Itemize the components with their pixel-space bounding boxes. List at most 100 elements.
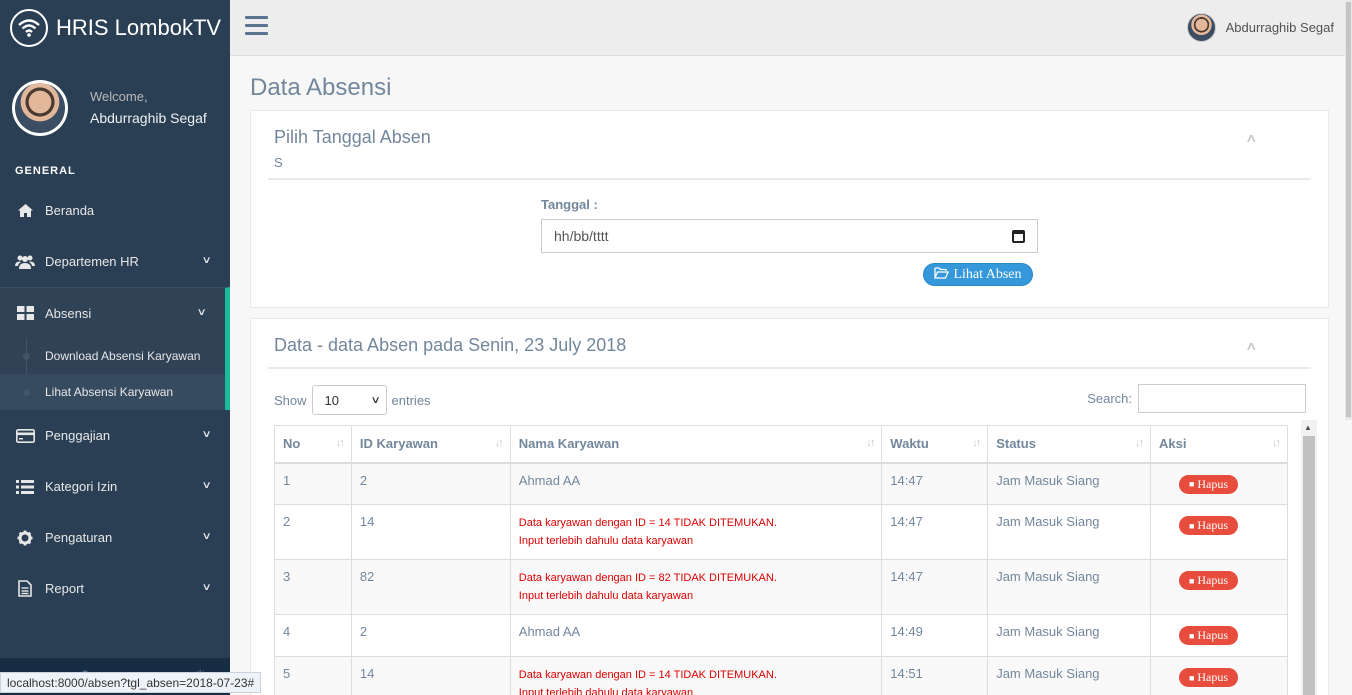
trash-icon: ■ xyxy=(1188,630,1195,641)
lihat-absen-button[interactable]: Lihat Absen xyxy=(923,263,1033,286)
sidebar-item-pengaturan[interactable]: Pengaturan ∨ xyxy=(0,512,230,563)
lihat-absen-label: Lihat Absen xyxy=(953,266,1022,282)
trash-icon: ■ xyxy=(1188,520,1195,531)
menu-section-general: GENERAL xyxy=(15,165,76,177)
error-message: Data karyawan dengan ID = 14 TIDAK DITEM… xyxy=(518,669,777,681)
date-panel-title: Pilih Tanggal Absen xyxy=(274,127,431,147)
bullet-icon xyxy=(23,389,30,396)
show-label: Show xyxy=(274,392,307,408)
sidebar-item-report[interactable]: Report ∨ xyxy=(0,563,230,614)
table-scrollbar[interactable]: ▲ xyxy=(1301,420,1317,695)
data-panel-title: Data - data Absen pada Senin, 23 July 20… xyxy=(274,335,627,355)
col-header-nama[interactable]: Nama Karyawan ↓↑ xyxy=(509,425,883,464)
cell-nama: Ahmad AA xyxy=(509,462,883,505)
sidebar-item-kategori-izin[interactable]: Kategori Izin ∨ xyxy=(0,461,230,512)
trash-icon: ■ xyxy=(1188,575,1195,586)
date-input[interactable]: hh/bb/tttt xyxy=(541,219,1038,253)
cell-no: 2 xyxy=(274,504,352,560)
hapus-button[interactable]: ■ Hapus xyxy=(1179,571,1239,590)
document-icon xyxy=(15,580,35,597)
hapus-button[interactable]: ■ Hapus xyxy=(1179,474,1239,494)
sort-icon: ↓↑ xyxy=(494,437,504,449)
page-scrollbar[interactable] xyxy=(1345,0,1352,420)
sidebar-item-label: Absensi xyxy=(45,305,92,321)
table-row: 2 14 Data karyawan dengan ID = 14 TIDAK … xyxy=(274,504,1288,560)
error-hint: Input terlebih dahulu data karyawan xyxy=(518,687,694,695)
grid-icon xyxy=(15,305,35,321)
col-header-id[interactable]: ID Karyawan ↓↑ xyxy=(350,425,511,464)
cell-nama: Data karyawan dengan ID = 82 TIDAK DITEM… xyxy=(509,559,883,615)
top-nav: Abdurraghib Segaf xyxy=(230,0,1352,56)
cell-status: Jam Masuk Siang xyxy=(987,504,1152,560)
submenu-lihat-absensi[interactable]: Lihat Absensi Karyawan xyxy=(0,374,225,410)
cell-waktu: 14:47 xyxy=(881,462,989,505)
cell-waktu: 14:47 xyxy=(881,559,989,615)
divider xyxy=(268,367,1311,369)
scrollbar-thumb[interactable] xyxy=(1346,2,1351,417)
col-header-aksi[interactable]: Aksi ↓↑ xyxy=(1150,425,1288,464)
calendar-icon[interactable] xyxy=(1012,229,1025,243)
sidebar-item-penggajian[interactable]: Penggajian ∨ xyxy=(0,410,230,461)
sidebar-item-departemen-hr[interactable]: Departemen HR ∨ xyxy=(0,236,230,287)
cell-status: Jam Masuk Siang xyxy=(987,462,1152,505)
sidebar-item-label: Penggajian xyxy=(45,428,111,443)
hapus-label: Hapus xyxy=(1197,476,1229,491)
cell-nama: Data karyawan dengan ID = 14 TIDAK DITEM… xyxy=(509,504,883,560)
col-header-no[interactable]: No ↓↑ xyxy=(274,425,352,464)
entries-value: 10 xyxy=(324,392,339,408)
submenu-download-absensi[interactable]: Download Absensi Karyawan xyxy=(0,338,225,374)
brand-title: HRIS LombokTV xyxy=(56,15,222,40)
hapus-button[interactable]: ■ Hapus xyxy=(1179,626,1239,645)
scrollbar-thumb[interactable] xyxy=(1303,436,1315,695)
sort-icon: ↓↑ xyxy=(335,437,345,449)
date-panel: Pilih Tanggal Absen S ∧ Tanggal : hh/bb/… xyxy=(250,110,1329,308)
search-input[interactable] xyxy=(1138,384,1306,413)
search-label: Search: xyxy=(1087,391,1132,406)
tanggal-label: Tanggal : xyxy=(541,197,598,212)
profile-name: Abdurraghib Segaf xyxy=(90,110,207,126)
col-header-status[interactable]: Status ↓↑ xyxy=(987,425,1152,464)
error-message: Data karyawan dengan ID = 82 TIDAK DITEM… xyxy=(518,572,777,584)
chevron-down-icon: ∨ xyxy=(201,582,212,593)
sidebar-item-absensi[interactable]: Absensi ∨ xyxy=(0,287,230,338)
chevron-down-icon: ∨ xyxy=(370,394,381,406)
hapus-button[interactable]: ■ Hapus xyxy=(1179,516,1239,535)
col-header-waktu[interactable]: Waktu ↓↑ xyxy=(881,425,989,464)
search-area: Search: xyxy=(1087,384,1306,413)
folder-open-icon xyxy=(934,266,950,283)
hapus-label: Hapus xyxy=(1197,573,1229,587)
chevron-up-icon[interactable]: ∧ xyxy=(1245,131,1258,145)
user-menu[interactable]: Abdurraghib Segaf xyxy=(1186,13,1334,42)
error-hint: Input terlebih dahulu data karyawan xyxy=(518,590,694,602)
error-message: Data karyawan dengan ID = 14 TIDAK DITEM… xyxy=(518,517,777,529)
brand[interactable]: HRIS LombokTV xyxy=(0,0,230,56)
sidebar-item-beranda[interactable]: Beranda xyxy=(0,185,230,236)
employee-name: Ahmad AA xyxy=(518,472,581,488)
cell-waktu: 14:47 xyxy=(881,504,989,560)
submenu-label: Download Absensi Karyawan xyxy=(45,349,201,363)
cell-id: 2 xyxy=(350,614,511,657)
table-row: 5 14 Data karyawan dengan ID = 14 TIDAK … xyxy=(274,656,1288,695)
sidebar-item-label: Departemen HR xyxy=(45,254,139,269)
hapus-button[interactable]: ■ Hapus xyxy=(1179,668,1239,687)
sidebar: HRIS LombokTV Welcome, Abdurraghib Segaf… xyxy=(0,0,230,695)
wifi-icon xyxy=(10,9,48,47)
hamburger-menu-icon[interactable] xyxy=(245,16,268,36)
cell-aksi: ■ Hapus xyxy=(1150,559,1288,615)
table-row: 1 2 Ahmad AA 14:47 Jam Masuk Siang ■ Hapu… xyxy=(274,462,1288,505)
hapus-label: Hapus xyxy=(1197,628,1229,642)
home-icon xyxy=(15,203,35,219)
entries-label: entries xyxy=(391,392,431,408)
main-content: Data Absensi Pilih Tanggal Absen S ∧ Tan… xyxy=(230,56,1352,695)
entries-select[interactable]: 10 ∨ xyxy=(311,385,387,415)
status-bar-url: localhost:8000/absen?tgl_absen=2018-07-2… xyxy=(0,672,262,693)
scroll-up-icon[interactable]: ▲ xyxy=(1304,423,1312,432)
date-placeholder: hh/bb/tttt xyxy=(554,228,609,244)
hapus-label: Hapus xyxy=(1197,518,1229,532)
absensi-submenu: Download Absensi Karyawan Lihat Absensi … xyxy=(0,338,230,410)
cell-id: 14 xyxy=(350,656,511,695)
cell-status: Jam Masuk Siang xyxy=(987,559,1152,615)
chevron-up-icon[interactable]: ∧ xyxy=(1245,339,1258,353)
chevron-down-icon: ∨ xyxy=(196,307,207,318)
cell-waktu: 14:51 xyxy=(881,656,989,695)
